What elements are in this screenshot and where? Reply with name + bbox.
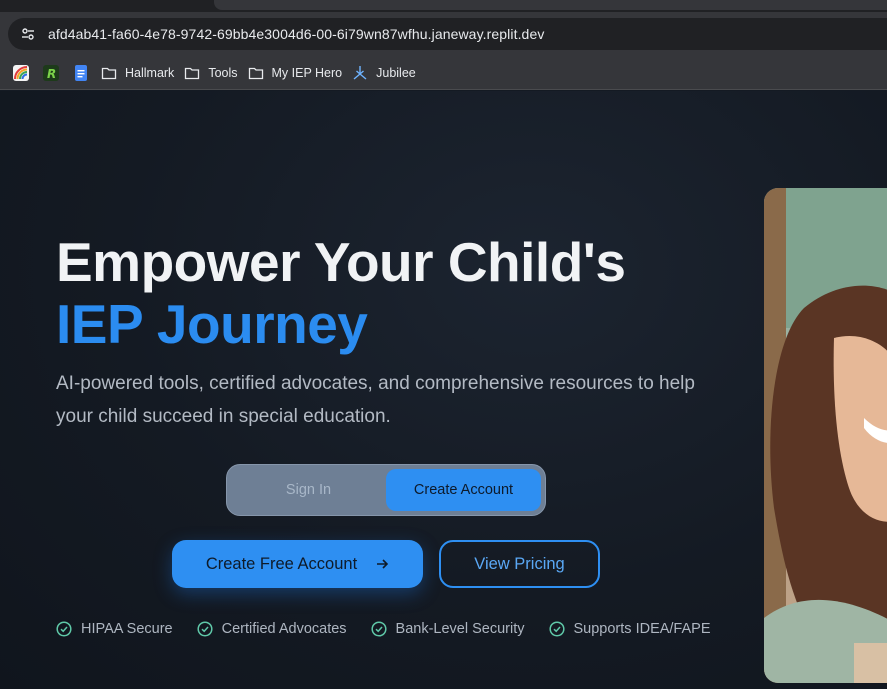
arrow-right-icon — [377, 559, 389, 569]
auth-toggle: Sign In Create Account — [226, 464, 546, 516]
trust-badge-idea-fape: Supports IDEA/FAPE — [548, 621, 711, 637]
folder-icon — [185, 67, 200, 79]
tab-strip-edge — [214, 0, 887, 10]
create-account-toggle[interactable]: Create Account — [386, 469, 541, 511]
trust-badge-label: Bank-Level Security — [395, 621, 525, 637]
trust-badge-label: Certified Advocates — [221, 621, 347, 637]
bookmark-tools[interactable]: Tools — [179, 60, 242, 86]
tune-icon[interactable] — [14, 20, 42, 48]
check-circle-icon — [56, 621, 72, 637]
google-docs-icon — [75, 64, 87, 81]
view-pricing-button[interactable]: View Pricing — [439, 540, 600, 588]
hero-title: Empower Your Child's IEP Journey — [56, 231, 626, 355]
bookmark-label: Hallmark — [125, 65, 175, 80]
bookmarks-bar: R Hallmark Tools My IEP Hero Jubilee — [0, 56, 887, 90]
bookmark-label: Jubilee — [376, 65, 416, 80]
address-bar[interactable]: afd4ab41-fa60-4e78-9742-69bb4e3004d6-00-… — [8, 18, 887, 50]
create-free-account-button[interactable]: Create Free Account — [172, 540, 423, 588]
trust-badges: HIPAA Secure Certified Advocates Bank-Le… — [56, 621, 735, 637]
hero-subtitle: AI-powered tools, certified advocates, a… — [56, 373, 695, 427]
browser-toolbar: afd4ab41-fa60-4e78-9742-69bb4e3004d6-00-… — [0, 12, 887, 56]
bookmark-hallmark[interactable]: Hallmark — [96, 60, 179, 86]
create-free-account-label: Create Free Account — [205, 554, 358, 573]
bookmark-rainbow-app[interactable] — [6, 60, 36, 86]
bookmark-my-iep-hero[interactable]: My IEP Hero — [243, 60, 348, 86]
trust-badge-label: HIPAA Secure — [81, 621, 173, 637]
check-circle-icon — [370, 621, 387, 637]
folder-icon — [101, 67, 117, 79]
bookmark-label: My IEP Hero — [271, 65, 343, 80]
jubilee-logo-icon — [353, 65, 367, 80]
landing-page: Empower Your Child's IEP Journey AI-powe… — [0, 91, 887, 689]
bookmark-jubilee[interactable]: Jubilee — [347, 60, 421, 86]
trust-badge-label: Supports IDEA/FAPE — [573, 621, 711, 637]
hero-title-line1: Empower Your Child's — [56, 231, 626, 293]
trust-badge-security: Bank-Level Security — [370, 621, 525, 637]
sign-in-toggle[interactable]: Sign In — [231, 469, 386, 511]
hero-photo — [764, 188, 887, 683]
view-pricing-label: View Pricing — [474, 554, 565, 573]
svg-text:R: R — [47, 67, 56, 81]
hero-title-accent: IEP Journey — [56, 293, 368, 355]
r-logo-icon: R — [43, 64, 59, 81]
browser-tabstrip — [0, 0, 887, 12]
trust-badge-hipaa: HIPAA Secure — [56, 621, 173, 637]
url-text[interactable]: afd4ab41-fa60-4e78-9742-69bb4e3004d6-00-… — [48, 26, 544, 42]
bookmark-r-logo[interactable]: R — [36, 60, 66, 86]
bookmark-label: Tools — [208, 65, 238, 80]
bookmark-google-docs[interactable] — [66, 60, 96, 86]
rainbow-app-icon — [13, 64, 29, 81]
folder-icon — [248, 67, 263, 79]
check-circle-icon — [197, 621, 213, 637]
check-circle-icon — [548, 621, 565, 637]
trust-badge-advocates: Certified Advocates — [197, 621, 347, 637]
